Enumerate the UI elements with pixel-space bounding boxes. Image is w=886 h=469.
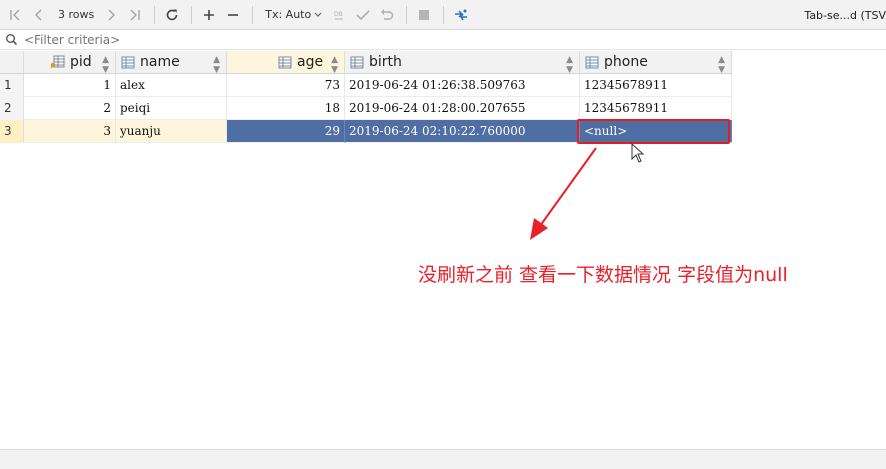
annotation-text: 没刷新之前 查看一下数据情况 字段值为null bbox=[418, 264, 788, 286]
status-bar bbox=[0, 449, 886, 469]
annotation-arrow bbox=[530, 147, 597, 240]
mouse-cursor-icon bbox=[631, 142, 645, 166]
